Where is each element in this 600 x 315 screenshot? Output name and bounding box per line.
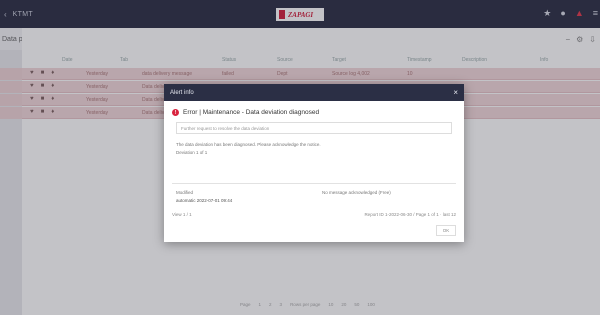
description: The data deviation has been diagnosed. P… xyxy=(176,142,321,155)
alert-info-dialog: Alert info × ! Error | Maintenance - Dat… xyxy=(164,84,464,242)
view-count: View 1 / 1 xyxy=(172,212,192,217)
modified-value: automatic 2022-07-01 09:44 xyxy=(176,198,233,203)
dialog-body: ! Error | Maintenance - Data deviation d… xyxy=(164,101,464,242)
ok-button[interactable]: OK xyxy=(436,225,456,236)
dialog-header: Alert info × xyxy=(164,84,464,101)
divider xyxy=(172,183,456,184)
modified-label: Modified xyxy=(176,190,194,195)
message-box: Further request to resolve the data devi… xyxy=(176,122,452,134)
dialog-footer-info: View 1 / 1 Report ID 1-2022-06-30 / Page… xyxy=(172,212,456,217)
report-reference: Report ID 1-2022-06-30 / Page 1 of 1 · l… xyxy=(364,212,456,217)
error-text: Error | Maintenance - Data deviation dia… xyxy=(183,109,320,116)
error-icon: ! xyxy=(172,109,179,116)
error-summary: ! Error | Maintenance - Data deviation d… xyxy=(172,109,456,116)
acknowledge-note: No message acknowledged (Free) xyxy=(322,190,391,195)
close-icon[interactable]: × xyxy=(453,88,458,97)
dialog-title: Alert info xyxy=(170,89,194,96)
